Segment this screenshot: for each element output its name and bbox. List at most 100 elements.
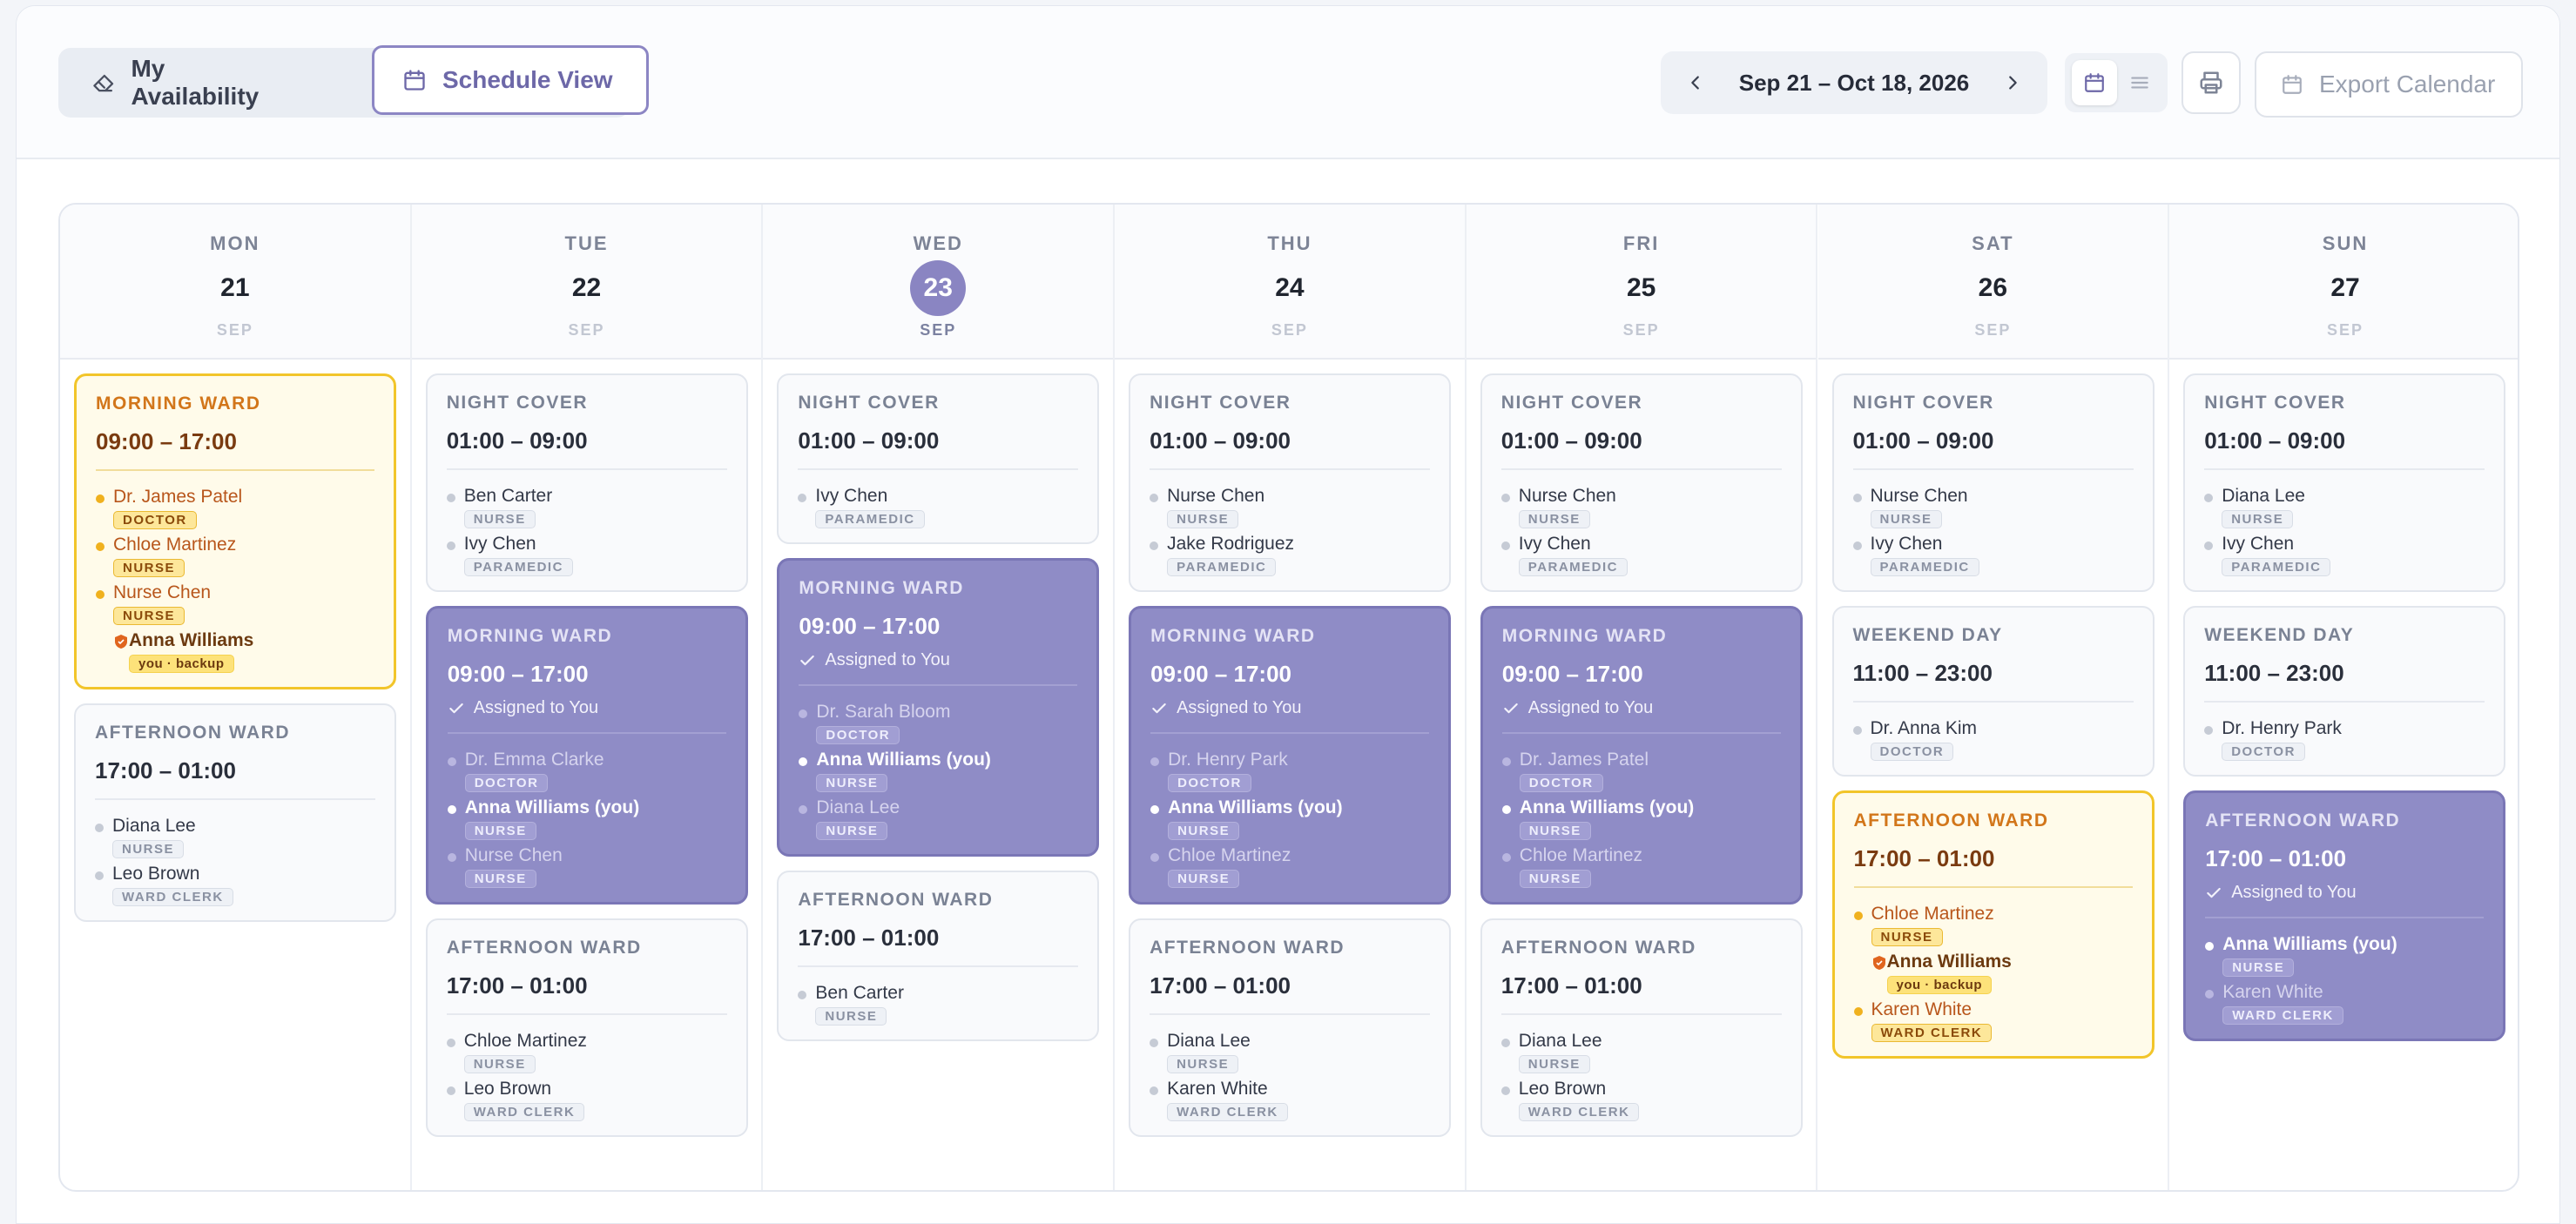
prev-range-button[interactable] (1682, 69, 1709, 97)
status-dot (96, 590, 105, 599)
status-dot (1852, 541, 1862, 550)
shift-card[interactable]: AFTERNOON WARD 17:00 – 01:00 Diana Lee NURS… (1480, 918, 1803, 1137)
day-header[interactable]: TUE 22 SEP (411, 205, 762, 360)
day-column: MON 21 SEP MORNING WARD 09:00 – 17:00 Dr. Jam… (60, 205, 412, 1190)
day-header[interactable]: MON 21 SEP (60, 205, 410, 360)
my-availability-tab[interactable]: My Availability (64, 53, 323, 112)
status-dot (447, 853, 456, 862)
shift-card[interactable]: WEEKEND DAY 11:00 – 23:00 Dr. Henry Park DO… (2183, 606, 2506, 777)
shift-card[interactable]: AFTERNOON WARD 17:00 – 01:00 Ben Carter NUR… (777, 871, 1100, 1041)
view-mode-toggle (2065, 53, 2168, 112)
calendar-view-button[interactable] (2072, 60, 2117, 105)
staff-name: Ivy Chen (1518, 534, 1591, 554)
role-badge: PARAMEDIC (815, 510, 925, 528)
staff-name: Anna Williams (129, 630, 254, 650)
shift-card[interactable]: NIGHT COVER 01:00 – 09:00 Nurse Chen NURSE J… (1129, 373, 1452, 592)
role-badge: NURSE (1518, 510, 1590, 528)
staff-name: Anna Williams (you) (1168, 797, 1343, 817)
staff-row: Dr. Henry Park DOCTOR (2204, 716, 2485, 761)
staff-name: Anna Williams (you) (2222, 934, 2397, 954)
shift-title: WEEKEND DAY (2204, 625, 2355, 645)
today-date-badge: 23 (910, 260, 967, 316)
month-label: SEP (1974, 321, 2012, 339)
staff-row: Ivy Chen PARAMEDIC (798, 484, 1078, 528)
status-dot (1852, 726, 1862, 735)
staff-name: Ivy Chen (2222, 534, 2295, 554)
staff-list: Dr. Sarah Bloom DOCTOR Anna Williams (you)… (799, 686, 1077, 840)
day-header[interactable]: SAT 26 SEP (1817, 205, 2168, 360)
shift-card[interactable]: NIGHT COVER 01:00 – 09:00 Ben Carter NURSE I… (425, 373, 748, 592)
assigned-label: Assigned to You (2231, 883, 2357, 902)
shift-card[interactable]: AFTERNOON WARD 17:00 – 01:00 Diana Lee NURS… (1129, 918, 1452, 1137)
shift-card[interactable]: AFTERNOON WARD 17:00 – 01:00 Chloe Martine… (425, 918, 748, 1137)
list-icon (2131, 77, 2148, 89)
shift-card[interactable]: NIGHT COVER 01:00 – 09:00 Ivy Chen PARAMEDI… (777, 373, 1100, 544)
shift-card[interactable]: MORNING WARD 09:00 – 17:00 Assigned to You… (1129, 606, 1452, 905)
shift-card[interactable]: NIGHT COVER 01:00 – 09:00 Nurse Chen NURSE I… (1831, 373, 2155, 592)
staff-row: Karen White WARD CLERK (1853, 998, 2133, 1042)
status-dot (447, 805, 456, 814)
staff-name: Leo Brown (112, 864, 200, 884)
month-label: SEP (2327, 321, 2364, 339)
schedule-view-label: Schedule View (442, 66, 613, 93)
month-label: SEP (568, 321, 605, 339)
shift-card[interactable]: AFTERNOON WARD 17:00 – 01:00 Chloe Martine… (1831, 790, 2155, 1059)
shift-time: 01:00 – 09:00 (1150, 427, 1291, 454)
staff-name: Anna Williams (you) (464, 797, 640, 817)
day-header[interactable]: WED 23 SEP (763, 205, 1114, 360)
staff-row: Dr. Anna Kim DOCTOR (1852, 716, 2134, 761)
eraser-icon (93, 74, 114, 92)
role-badge: PARAMEDIC (1167, 558, 1277, 576)
assigned-indicator: Assigned to You (1150, 698, 1429, 718)
shift-card[interactable]: WEEKEND DAY 11:00 – 23:00 Dr. Anna Kim DOCT… (1831, 606, 2155, 777)
day-column: SAT 26 SEP NIGHT COVER 01:00 – 09:00 Nurse Ch… (1817, 205, 2170, 1190)
staff-name: Karen White (2222, 982, 2323, 1002)
day-header[interactable]: THU 24 SEP (1115, 205, 1465, 360)
shield-icon (1872, 956, 1885, 970)
assigned-indicator: Assigned to You (448, 698, 726, 718)
status-dot (2204, 541, 2214, 550)
shift-time: 11:00 – 23:00 (1852, 660, 1993, 686)
print-button[interactable] (2182, 51, 2241, 114)
shift-card[interactable]: NIGHT COVER 01:00 – 09:00 Nurse Chen NURSE I… (1480, 373, 1803, 592)
day-header[interactable]: SUN 27 SEP (2169, 205, 2518, 360)
shift-card[interactable]: MORNING WARD 09:00 – 17:00 Dr. James Patel… (74, 373, 396, 689)
staff-name: Ben Carter (463, 486, 553, 506)
shift-title: NIGHT COVER (1150, 393, 1291, 413)
assigned-indicator: Assigned to You (1502, 698, 1781, 718)
view-switcher: My Availability Schedule View (58, 45, 649, 118)
role-badge: NURSE (815, 1007, 887, 1026)
shift-card[interactable]: MORNING WARD 09:00 – 17:00 Assigned to You… (777, 558, 1100, 857)
list-view-button[interactable] (2117, 60, 2162, 105)
staff-name: Diana Lee (816, 797, 900, 817)
role-badge: NURSE (1519, 822, 1591, 840)
staff-name: Nurse Chen (1167, 486, 1265, 506)
shift-card[interactable]: MORNING WARD 09:00 – 17:00 Assigned to You… (1480, 606, 1803, 905)
day-of-week: THU (1267, 232, 1312, 254)
next-range-button[interactable] (1999, 69, 2026, 97)
month-label: SEP (1622, 321, 1660, 339)
shift-card[interactable]: MORNING WARD 09:00 – 17:00 Assigned to You… (425, 606, 748, 905)
staff-name: Dr. Anna Kim (1870, 718, 1978, 738)
check-icon (1152, 703, 1166, 713)
staff-name: Chloe Martinez (1519, 845, 1643, 865)
schedule-view-tab[interactable]: Schedule View (372, 45, 649, 115)
role-badge: PARAMEDIC (1518, 558, 1629, 576)
assigned-label: Assigned to You (1177, 698, 1302, 717)
staff-row: Anna Williams (you) NURSE (1150, 796, 1429, 840)
shift-card[interactable]: AFTERNOON WARD 17:00 – 01:00 Assigned to Y… (2183, 790, 2506, 1041)
staff-name: Karen White (1871, 999, 1972, 1019)
shift-title: AFTERNOON WARD (2205, 810, 2401, 831)
role-badge: NURSE (112, 840, 185, 858)
role-badge: NURSE (1519, 870, 1591, 888)
export-calendar-button[interactable]: Export Calendar (2255, 51, 2523, 118)
shift-title: NIGHT COVER (798, 393, 940, 413)
month-label: SEP (1271, 321, 1308, 339)
shift-card[interactable]: AFTERNOON WARD 17:00 – 01:00 Diana Lee NURS… (74, 703, 396, 922)
day-header[interactable]: FRI 25 SEP (1466, 205, 1817, 360)
shift-time: 11:00 – 23:00 (2204, 660, 2344, 686)
shift-time: 17:00 – 01:00 (446, 972, 588, 999)
shift-card[interactable]: NIGHT COVER 01:00 – 09:00 Diana Lee NURSE Iv… (2183, 373, 2506, 592)
role-badge: DOCTOR (1519, 774, 1603, 792)
staff-row: Nurse Chen NURSE (1150, 484, 1430, 528)
